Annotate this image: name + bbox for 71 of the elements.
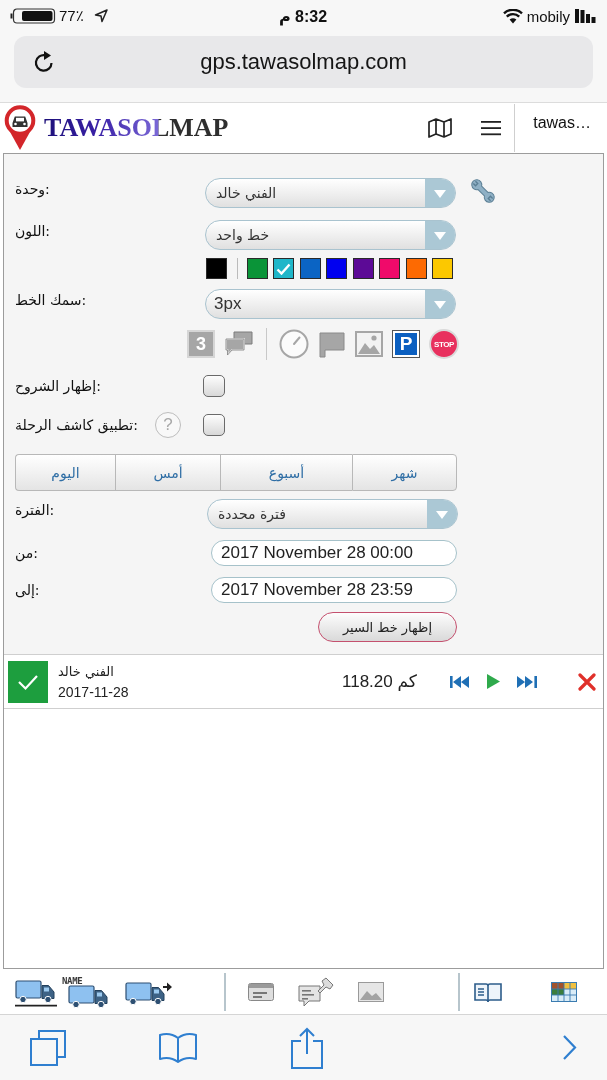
- trip-distance: 118.20 كم: [342, 671, 418, 692]
- clock-time: 8:32 م: [278, 6, 328, 26]
- quick-range-tab[interactable]: أمس: [115, 454, 220, 491]
- note-pin-icon[interactable]: [298, 976, 334, 1007]
- quick-range-tab[interactable]: اليوم: [15, 454, 115, 491]
- signal-bars-icon: [575, 9, 596, 23]
- option-label: إظهار الشروح:: [15, 378, 101, 394]
- tab-title[interactable]: tawas…: [533, 114, 591, 132]
- option-label: تطبيق كاشف الرحلة:: [15, 417, 138, 433]
- field-label: وحدة:: [15, 180, 50, 197]
- menu-icon[interactable]: [481, 120, 502, 136]
- color-swatch-icon[interactable]: [246, 258, 268, 279]
- color-swatch-icon[interactable]: [326, 258, 347, 279]
- unit-dropdown[interactable]: الفني خالد: [205, 178, 456, 208]
- vehicle-name: الفني خالد: [58, 663, 114, 679]
- caret-icon: [425, 221, 455, 249]
- caret-icon: [427, 500, 457, 528]
- location-arrow-icon: [93, 9, 108, 23]
- chat-bubbles-icon[interactable]: [224, 330, 254, 358]
- color-swatch-icon[interactable]: [432, 258, 453, 279]
- field-label: من:: [15, 545, 38, 561]
- date-field[interactable]: 2017 November 28 00:00: [211, 540, 457, 566]
- carrier-name: mobily: [526, 7, 570, 25]
- quick-range-tab[interactable]: أسبوع: [220, 454, 352, 491]
- forward-icon[interactable]: [562, 1034, 577, 1061]
- truck-label: NAME: [62, 975, 83, 986]
- grid-icon[interactable]: [551, 981, 577, 1002]
- period-dropdown[interactable]: فترة محددة: [207, 499, 458, 529]
- field-label: سمك الخط:: [15, 291, 87, 308]
- flag-icon[interactable]: [318, 330, 346, 358]
- reload-icon[interactable]: [33, 50, 55, 74]
- color-swatch-icon[interactable]: [273, 258, 294, 279]
- fast-forward-icon[interactable]: [517, 675, 537, 688]
- address-bar[interactable]: gps.tawasolmap.com: [14, 36, 593, 88]
- quick-range-tab[interactable]: شهر: [352, 454, 457, 491]
- rewind-icon[interactable]: [450, 675, 470, 688]
- card-icon[interactable]: [248, 981, 274, 1002]
- color-swatch-icon[interactable]: [379, 258, 400, 279]
- checkbox[interactable]: [203, 414, 225, 436]
- show-route-button[interactable]: إظهار خط السير: [318, 612, 457, 642]
- checkbox[interactable]: [203, 375, 225, 397]
- check-icon: [276, 262, 291, 275]
- play-icon[interactable]: [487, 674, 500, 689]
- bookmarks-icon[interactable]: [158, 1030, 198, 1065]
- url-text: gps.tawasolmap.com: [200, 49, 407, 75]
- line-width-dropdown[interactable]: 3px: [205, 289, 456, 319]
- book-icon[interactable]: [474, 980, 502, 1003]
- map-icon[interactable]: [428, 118, 453, 138]
- field-label: إلى:: [15, 582, 40, 598]
- color-swatch-icon[interactable]: [299, 258, 321, 279]
- stop-toggle[interactable]: STOP: [429, 329, 459, 359]
- trip-date: 2017-11-28: [58, 683, 129, 700]
- color-swatch-icon[interactable]: [352, 258, 374, 279]
- check-icon[interactable]: [8, 660, 48, 703]
- caret-icon: [425, 290, 455, 318]
- line-style-dropdown[interactable]: خط واحد: [205, 220, 456, 250]
- field-label: الفترة:: [15, 501, 55, 518]
- share-icon[interactable]: [290, 1026, 324, 1069]
- tabs-icon[interactable]: [29, 1029, 67, 1066]
- wifi-icon: [502, 8, 523, 24]
- caret-icon: [425, 179, 455, 207]
- close-icon[interactable]: [578, 672, 596, 691]
- parking-toggle[interactable]: P: [392, 330, 420, 358]
- image-icon[interactable]: [358, 981, 384, 1002]
- color-swatch-icon[interactable]: [405, 258, 427, 279]
- date-field[interactable]: 2017 November 28 23:59: [211, 577, 457, 603]
- field-label: اللون:: [15, 222, 51, 239]
- battery-percentage: 77٪: [59, 7, 84, 25]
- battery-icon: [10, 8, 56, 24]
- wrench-icon[interactable]: [470, 178, 496, 204]
- color-swatch-icon[interactable]: [206, 258, 227, 279]
